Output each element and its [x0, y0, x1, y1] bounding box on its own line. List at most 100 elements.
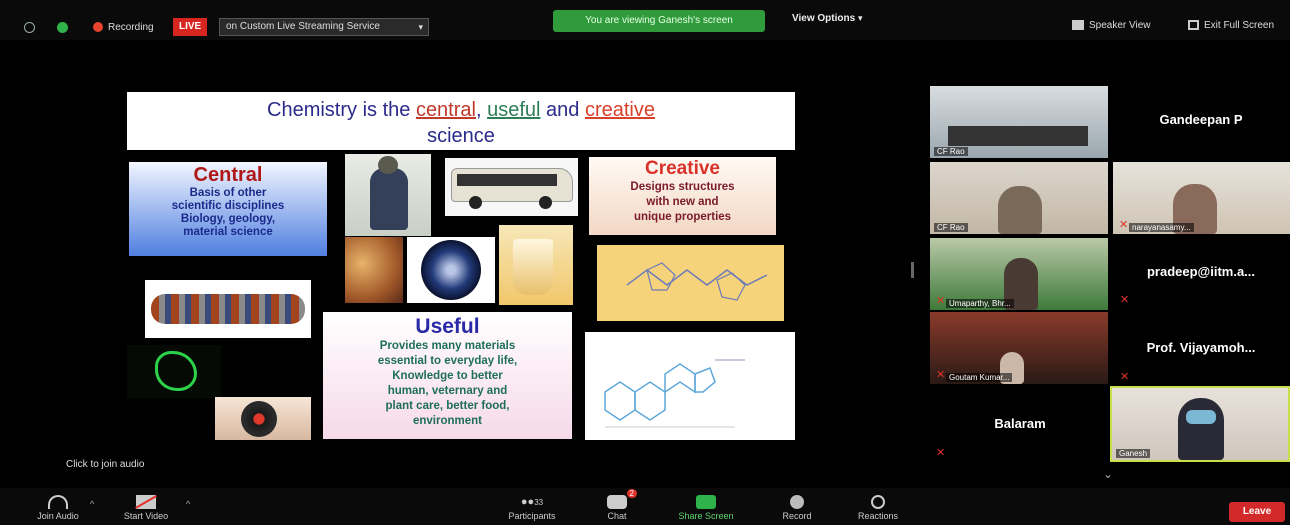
top-bar: Recording LIVE on Custom Live Streaming …: [0, 0, 1290, 40]
creative-heading: Creative: [645, 158, 720, 179]
person-shape: [1178, 398, 1224, 460]
start-video-label: Start Video: [123, 511, 169, 521]
start-video-button[interactable]: Start Video: [106, 488, 186, 521]
central-card: Central Basis of other scientific discip…: [129, 162, 327, 256]
head-shape: [378, 156, 398, 174]
participant-name-label: CF Rao: [934, 223, 968, 232]
title-and: and: [540, 99, 585, 121]
zoom-window: Recording LIVE on Custom Live Streaming …: [0, 0, 1290, 525]
viewing-screen-banner: You are viewing Ganesh's screen: [553, 10, 765, 32]
mic-muted-icon: ✕: [1119, 219, 1129, 231]
stream-service-dropdown[interactable]: on Custom Live Streaming Service ▾: [219, 18, 429, 36]
title-word-creative: creative: [584, 99, 655, 121]
face-mask-shape: [1186, 410, 1216, 424]
security-shield-icon[interactable]: [57, 22, 68, 33]
recording-label[interactable]: Recording: [108, 20, 154, 36]
participant-name-label: CF Rao: [934, 147, 968, 156]
mic-muted-icon: ✕: [1120, 294, 1130, 306]
molecule-structure-image: [597, 245, 784, 321]
bus-image: [445, 158, 578, 216]
grid-icon: [1072, 20, 1084, 31]
title-line-2: science: [427, 125, 495, 147]
participant-name-tile[interactable]: Prof. Vijayamoh...: [1116, 340, 1286, 355]
useful-heading: Useful: [415, 315, 480, 338]
central-line: Biology, geology,: [180, 213, 276, 225]
cup-shape: [513, 239, 553, 295]
participant-video-tile[interactable]: ✕ Umaparthy, Bhr...: [930, 238, 1108, 310]
view-options-label: View Options: [792, 13, 856, 24]
participant-name-label: Goutam Kumar...: [946, 373, 1013, 382]
nanoparticle-image: [407, 237, 495, 303]
smiley-icon: [871, 495, 885, 509]
join-audio-label: Join Audio: [37, 511, 79, 521]
click-to-join-audio[interactable]: Click to join audio: [66, 459, 144, 470]
creative-line: with new and: [646, 196, 719, 208]
exit-full-screen-button[interactable]: Exit Full Screen: [1188, 20, 1274, 31]
participant-video-tile[interactable]: ✕ Goutam Kumar...: [930, 312, 1108, 384]
sphere-shape: [421, 240, 481, 300]
title-word-useful: useful: [487, 99, 541, 121]
scroll-down-chevron-icon[interactable]: ⌄: [1103, 467, 1113, 481]
people-glyph: ●●: [520, 496, 535, 508]
participant-name-tile[interactable]: Balaram: [932, 416, 1108, 431]
stream-service-label: on Custom Live Streaming Service: [226, 21, 380, 32]
conference-room-scene: [948, 126, 1088, 146]
video-off-icon: [135, 495, 157, 509]
person-shape: [998, 186, 1042, 234]
central-line: Basis of other: [189, 187, 267, 199]
share-screen-button[interactable]: Share Screen: [666, 488, 746, 521]
green-protein-image: [127, 345, 221, 398]
chat-badge: 2: [626, 489, 637, 498]
soldier-image: [345, 154, 431, 236]
protein-shape: [155, 351, 197, 391]
chat-bubble-icon: 2: [607, 489, 637, 509]
pills-image: [345, 237, 403, 303]
title-word-central: central: [415, 99, 476, 121]
mic-muted-icon: ✕: [936, 447, 946, 459]
reactions-button[interactable]: Reactions: [838, 488, 918, 521]
headphones-icon: [48, 495, 68, 509]
mic-muted-icon: ✕: [936, 295, 946, 307]
record-disc-image: [215, 397, 311, 440]
chevron-down-icon: ▾: [418, 22, 423, 32]
figure-shape: [370, 168, 408, 230]
mic-muted-icon: ✕: [1120, 371, 1130, 383]
useful-line: Provides many materials: [379, 340, 516, 352]
participants-button[interactable]: ●●33 Participants: [492, 488, 572, 521]
reactions-label: Reactions: [857, 511, 899, 521]
video-options-chevron-icon[interactable]: ^: [186, 499, 190, 509]
view-options-button[interactable]: View Options ▾: [792, 13, 862, 24]
participant-video-tile[interactable]: CF Rao: [930, 162, 1108, 234]
cup-image: [499, 225, 573, 305]
panel-resize-handle[interactable]: [911, 262, 914, 278]
participant-video-tile[interactable]: CF Rao: [930, 86, 1108, 158]
steroid-structure-image: [585, 332, 795, 440]
record-button[interactable]: Record: [757, 488, 837, 521]
join-audio-button[interactable]: Join Audio: [18, 488, 98, 521]
participants-icon: ●●33: [516, 495, 548, 509]
video-off-slash: [135, 495, 157, 509]
leave-button[interactable]: Leave: [1229, 502, 1285, 522]
useful-line: environment: [412, 415, 482, 427]
useful-line: Knowledge to better: [392, 370, 503, 382]
participant-video-tile[interactable]: ✕ narayanasamy...: [1113, 162, 1290, 234]
audio-options-chevron-icon[interactable]: ^: [90, 499, 94, 509]
title-text-pre: Chemistry is the: [267, 99, 416, 121]
chat-button[interactable]: 2 Chat: [577, 488, 657, 521]
steroid-diagram: [604, 359, 745, 428]
participant-name-label: Umaparthy, Bhr...: [946, 299, 1014, 308]
bus-windows: [457, 174, 557, 186]
participants-count: 33: [534, 498, 544, 507]
info-icon[interactable]: [24, 22, 35, 33]
speaker-view-button[interactable]: Speaker View: [1072, 20, 1151, 31]
active-speaker-video-tile[interactable]: Ganesh: [1110, 386, 1290, 462]
helix-shape: [151, 294, 305, 324]
useful-line: plant care, better food,: [385, 400, 510, 412]
exit-fullscreen-icon: [1188, 20, 1199, 31]
central-heading: Central: [193, 164, 263, 186]
creative-line: unique properties: [633, 211, 732, 223]
participant-name-tile[interactable]: pradeep@iitm.a...: [1116, 264, 1286, 279]
participant-name-tile[interactable]: Gandeepan P: [1116, 112, 1286, 127]
speaker-view-label: Speaker View: [1089, 20, 1151, 31]
useful-card: Useful Provides many materials essential…: [323, 312, 572, 439]
